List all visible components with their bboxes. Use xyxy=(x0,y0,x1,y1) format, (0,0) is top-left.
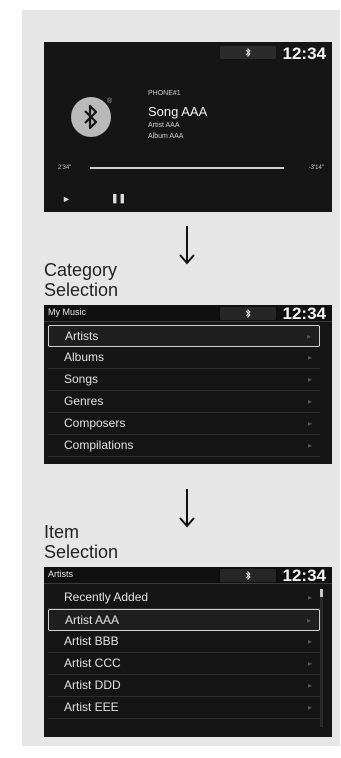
bluetooth-icon xyxy=(245,308,251,319)
chevron-right-icon: ▸ xyxy=(307,681,312,690)
artist-name: Artist AAA xyxy=(148,122,180,129)
label-line: Selection xyxy=(44,280,119,300)
album-name: Album AAA xyxy=(148,133,184,140)
list-item-label: Artist AAA xyxy=(65,613,120,627)
play-icon: ► xyxy=(62,194,71,204)
list-item-label: Artists xyxy=(65,329,99,343)
chevron-right-icon: ▸ xyxy=(307,593,312,602)
bluetooth-status xyxy=(220,46,276,59)
down-arrow-icon xyxy=(179,226,195,265)
chevron-right-icon: ▸ xyxy=(307,375,312,384)
bluetooth-icon xyxy=(245,570,251,581)
list-item-genres[interactable]: Genres ▸ xyxy=(48,391,320,413)
list-item-artist-ccc[interactable]: Artist CCC ▸ xyxy=(48,653,320,675)
source-label: PHONE#1 xyxy=(148,90,181,97)
screen-header: Artists 12:34 xyxy=(44,567,332,585)
list-item-artists[interactable]: Artists ▸ xyxy=(48,325,320,347)
chevron-right-icon: ▸ xyxy=(307,703,312,712)
chevron-right-icon: ▸ xyxy=(307,637,312,646)
category-list: Artists ▸ Albums ▸ Songs ▸ Genres ▸ Comp… xyxy=(48,325,320,457)
chevron-right-icon: ▸ xyxy=(306,616,311,625)
scrollbar-thumb[interactable] xyxy=(320,589,323,597)
list-item-songs[interactable]: Songs ▸ xyxy=(48,369,320,391)
song-title: Song AAA xyxy=(148,104,208,119)
clock: 12:34 xyxy=(282,305,326,323)
now-playing-screen: 12:34 ® PHONE#1 Song AAA Artist AAA Albu… xyxy=(44,42,332,212)
list-item-label: Compilations xyxy=(64,438,134,452)
pause-button[interactable]: ❚❚ xyxy=(111,193,126,204)
bluetooth-icon xyxy=(71,97,111,137)
list-item-label: Artist CCC xyxy=(64,656,121,670)
chevron-right-icon: ▸ xyxy=(307,353,312,362)
list-item-label: Artist DDD xyxy=(64,678,121,692)
list-item-artist-ddd[interactable]: Artist DDD ▸ xyxy=(48,675,320,697)
chevron-right-icon: ▸ xyxy=(307,659,312,668)
clock: 12:34 xyxy=(282,567,326,585)
down-arrow-icon xyxy=(179,489,195,528)
list-item-artist-bbb[interactable]: Artist BBB ▸ xyxy=(48,631,320,653)
list-item-label: Songs xyxy=(64,372,99,386)
screen-title: Artists xyxy=(48,569,74,579)
label-line: Item xyxy=(44,522,80,542)
bluetooth-icon xyxy=(245,47,251,58)
chevron-right-icon: ▸ xyxy=(307,419,312,428)
list-item-label: Composers xyxy=(64,416,126,430)
clock: 12:34 xyxy=(282,44,326,63)
chevron-right-icon: ▸ xyxy=(307,397,312,406)
chevron-right-icon: ▸ xyxy=(307,441,312,450)
list-item-compilations[interactable]: Compilations ▸ xyxy=(48,435,320,457)
list-item-label: Artist BBB xyxy=(64,634,119,648)
registered-mark: ® xyxy=(107,98,113,105)
artists-screen: Artists 12:34 Recently Added ▸ Artist AA… xyxy=(44,567,332,737)
artist-list: Recently Added ▸ Artist AAA ▸ Artist BBB… xyxy=(48,587,320,719)
progress-bar[interactable] xyxy=(90,167,284,169)
list-item-artist-aaa[interactable]: Artist AAA ▸ xyxy=(48,609,320,631)
label-line: Category xyxy=(44,260,118,280)
list-item-albums[interactable]: Albums ▸ xyxy=(48,347,320,369)
label-line: Selection xyxy=(44,542,119,562)
item-selection-label: Item Selection xyxy=(44,522,118,562)
list-item-label: Recently Added xyxy=(64,590,149,604)
list-item-label: Albums xyxy=(64,350,105,364)
remaining-time: -3'14" xyxy=(308,165,324,171)
elapsed-time: 2'34" xyxy=(58,165,72,171)
screen-header: My Music 12:34 xyxy=(44,305,332,323)
chevron-right-icon: ▸ xyxy=(306,332,311,341)
pause-icon: ❚❚ xyxy=(111,193,127,203)
list-item-recently-added[interactable]: Recently Added ▸ xyxy=(48,587,320,609)
list-item-artist-eee[interactable]: Artist EEE ▸ xyxy=(48,697,320,719)
bluetooth-status xyxy=(220,307,276,320)
list-item-label: Genres xyxy=(64,394,104,408)
screen-title: My Music xyxy=(48,307,86,317)
play-button[interactable]: ► xyxy=(62,194,71,204)
bluetooth-status xyxy=(220,569,276,582)
scrollbar[interactable] xyxy=(320,589,323,727)
list-item-composers[interactable]: Composers ▸ xyxy=(48,413,320,435)
list-item-label: Artist EEE xyxy=(64,700,119,714)
my-music-screen: My Music 12:34 Artists ▸ Albums ▸ Songs … xyxy=(44,305,332,464)
category-selection-label: Category Selection xyxy=(44,260,118,300)
